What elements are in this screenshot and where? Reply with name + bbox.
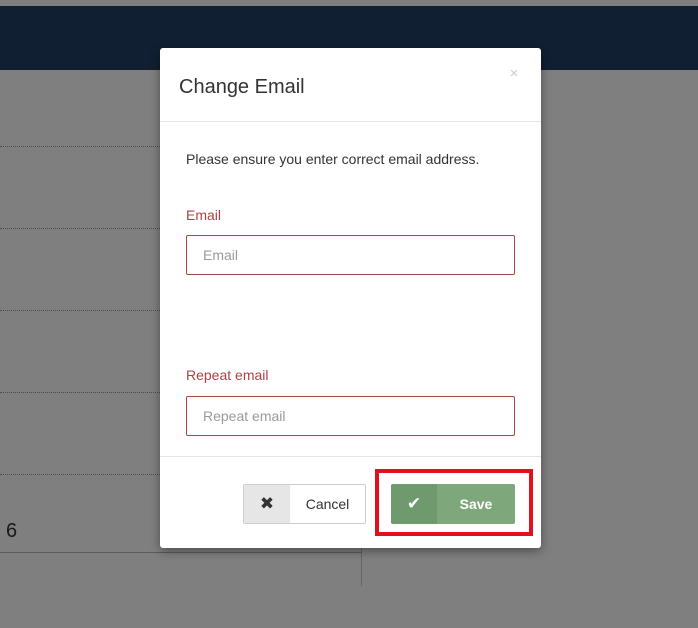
instruction-text: Please ensure you enter correct email ad…: [186, 151, 480, 167]
page: 6 Change Email × Please ensure you enter…: [0, 0, 698, 628]
check-icon: ✔: [391, 484, 437, 524]
repeat-email-field[interactable]: [186, 396, 515, 436]
email-label: Email: [186, 207, 222, 223]
email-field[interactable]: [186, 235, 515, 275]
modal-footer: ✖ Cancel ✔ Save: [160, 456, 541, 548]
save-button-label: Save: [459, 496, 493, 512]
modal-title: Change Email: [179, 76, 305, 98]
times-icon: ✖: [244, 485, 290, 523]
modal-header: Change Email ×: [160, 48, 541, 122]
cancel-button-label: Cancel: [305, 496, 350, 512]
repeat-email-label: Repeat email: [186, 367, 269, 383]
save-button[interactable]: ✔ Save: [391, 484, 515, 524]
close-icon[interactable]: ×: [506, 66, 522, 82]
modal-body: Please ensure you enter correct email ad…: [160, 122, 541, 456]
cancel-button[interactable]: ✖ Cancel: [243, 484, 366, 524]
change-email-dialog: Change Email × Please ensure you enter c…: [160, 48, 541, 548]
